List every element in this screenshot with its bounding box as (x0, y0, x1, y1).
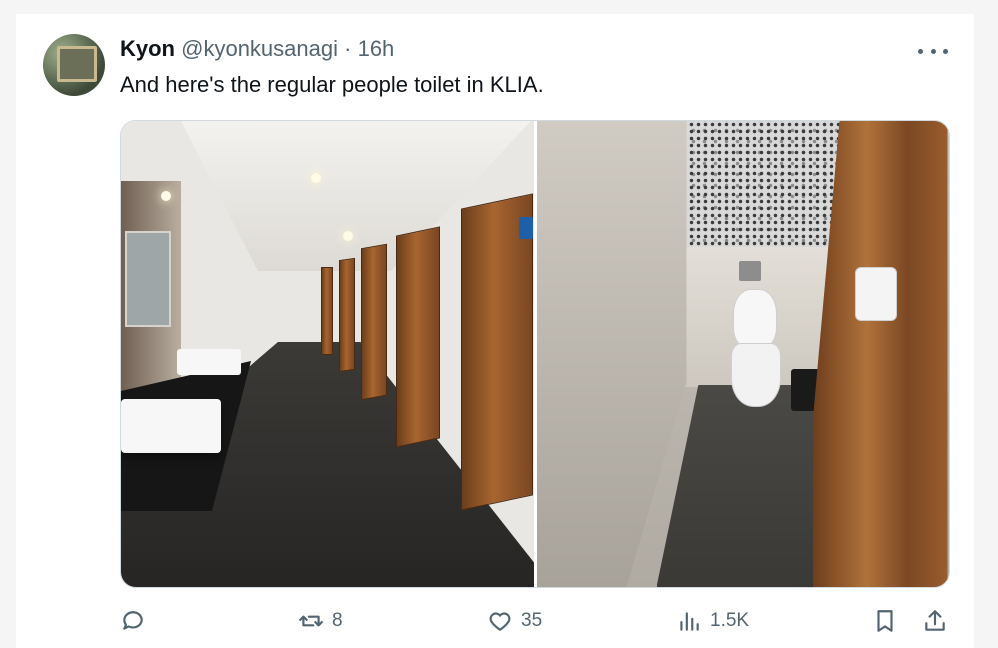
photo-washroom-corridor[interactable] (121, 121, 534, 587)
author-name[interactable]: Kyon (120, 36, 175, 61)
retweet-icon (299, 615, 323, 627)
timestamp[interactable]: 16h (358, 36, 395, 61)
avatar-image (57, 46, 97, 82)
share-button[interactable] (922, 604, 948, 638)
separator: · (344, 36, 352, 61)
toilet (730, 343, 781, 407)
tweet-header: Kyon @kyonkusanagi · 16h (120, 36, 394, 62)
accessibility-sign-icon (519, 217, 533, 239)
avatar[interactable] (43, 34, 105, 96)
bookmark-button[interactable] (872, 604, 898, 638)
retweet-button[interactable]: 8 (298, 604, 343, 638)
like-count: 35 (521, 610, 543, 631)
photo-toilet-stall[interactable] (536, 121, 949, 587)
views-icon (680, 612, 699, 631)
tweet-card: Kyon @kyonkusanagi · 16h And here's the … (16, 14, 974, 648)
retweet-count: 8 (332, 610, 343, 631)
flush-plate (738, 261, 761, 281)
tissue-dispenser (854, 267, 897, 321)
like-button[interactable]: 35 (487, 604, 542, 638)
reply-icon (123, 611, 143, 630)
bookmark-icon (877, 610, 893, 632)
views-button[interactable]: 1.5K (676, 604, 749, 638)
media-grid (120, 120, 950, 588)
share-icon (925, 610, 945, 631)
reply-button[interactable] (120, 604, 146, 638)
views-count: 1.5K (710, 610, 750, 631)
more-options-icon[interactable] (918, 42, 948, 60)
author-handle[interactable]: @kyonkusanagi (181, 36, 338, 61)
heart-icon (489, 612, 511, 631)
tweet-text: And here's the regular people toilet in … (120, 72, 544, 97)
action-bar: 8 35 1.5K (120, 604, 948, 638)
